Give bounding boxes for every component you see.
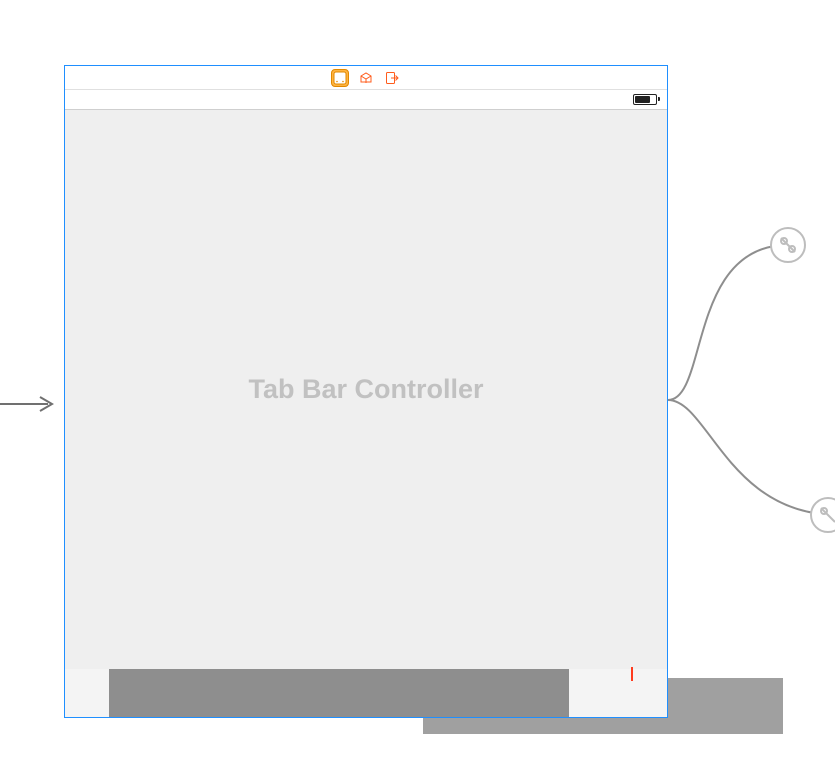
tab-bar-right-stub <box>569 669 667 717</box>
segue-bottom[interactable] <box>668 400 835 600</box>
storyboard-canvas[interactable]: Tab Bar Controller <box>0 0 835 777</box>
segue-top[interactable] <box>668 220 835 420</box>
status-bar <box>65 90 667 110</box>
tab-bar-left-stub <box>65 669 109 717</box>
exit-icon[interactable] <box>383 69 401 87</box>
tab-bar[interactable] <box>65 669 667 717</box>
first-responder-icon[interactable] <box>357 69 375 87</box>
tab-bar-track <box>109 669 569 717</box>
tab-bar-controller-icon[interactable] <box>331 69 349 87</box>
tab-bar-controller-scene[interactable]: Tab Bar Controller <box>64 65 668 718</box>
battery-icon <box>633 94 657 105</box>
constraint-indicator[interactable] <box>631 667 633 681</box>
view-body[interactable]: Tab Bar Controller <box>65 110 667 669</box>
placeholder-title: Tab Bar Controller <box>248 374 483 405</box>
entry-point-arrow[interactable] <box>0 397 60 411</box>
scene-dock <box>65 66 667 90</box>
